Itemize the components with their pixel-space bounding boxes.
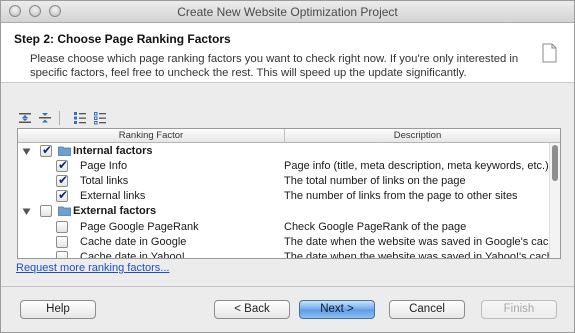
vertical-scrollbar[interactable] <box>549 143 560 258</box>
factor-label: Total links <box>80 175 129 188</box>
help-button[interactable]: Help <box>20 300 96 319</box>
factor-checkbox[interactable] <box>40 143 52 157</box>
factor-group-row[interactable]: Internal factors <box>18 143 549 159</box>
factor-group-row[interactable]: External factors <box>18 204 549 219</box>
factor-label: External factors <box>73 205 157 218</box>
scrollbar-thumb[interactable] <box>552 145 558 181</box>
factor-description: The number of links from the page to oth… <box>284 190 518 203</box>
factor-row[interactable]: External links The number of links from t… <box>18 188 549 204</box>
check-all-icon[interactable] <box>73 111 87 125</box>
back-button[interactable]: < Back <box>214 300 290 319</box>
factor-checkbox[interactable] <box>56 250 68 258</box>
factor-checkbox[interactable] <box>56 220 68 233</box>
expand-triangle-icon[interactable] <box>22 207 31 216</box>
expand-all-icon[interactable] <box>18 111 32 125</box>
factor-row[interactable]: Cache date in Yahoo! The date when the we… <box>18 250 560 259</box>
factor-checkbox[interactable] <box>56 188 68 203</box>
factor-label: Cache date in Yahoo! <box>80 250 185 259</box>
factor-label: External links <box>80 190 146 203</box>
step-title: Step 2: Choose Page Ranking Factors <box>14 32 231 46</box>
expand-triangle-icon[interactable] <box>22 147 31 156</box>
factor-row[interactable]: Page Google PageRank Check Google PageRan… <box>18 220 549 235</box>
step-description: Please choose which page ranking factors… <box>30 53 519 79</box>
factor-label: Cache date in Google <box>80 235 187 248</box>
step-header: Step 2: Choose Page Ranking Factors Plea… <box>1 23 574 83</box>
factor-row[interactable]: Page Info Page info (title, meta descript… <box>18 158 549 174</box>
finish-button: Finish <box>481 300 557 319</box>
factor-label: Page Google PageRank <box>80 220 199 233</box>
factor-row[interactable]: Cache date in Google The date when the we… <box>18 235 560 250</box>
factor-label: Internal factors <box>73 145 153 157</box>
factor-checkbox[interactable] <box>56 235 68 248</box>
cancel-button[interactable]: Cancel <box>389 300 465 319</box>
request-more-factors-link[interactable]: Request more ranking factors... <box>16 262 169 274</box>
factor-checkbox[interactable] <box>40 205 52 218</box>
factor-checkbox[interactable] <box>56 173 68 188</box>
uncheck-all-icon[interactable] <box>93 111 107 125</box>
factor-description: Check Google PageRank of the page <box>284 220 467 233</box>
window-title: Create New Website Optimization Project <box>177 5 398 19</box>
wizard-window: Create New Website Optimization Project … <box>0 0 575 333</box>
next-button[interactable]: Next > <box>299 300 375 319</box>
table-header: Ranking Factor Description <box>18 129 560 143</box>
factor-description: The date when the website was saved in G… <box>284 235 561 248</box>
title-bar: Create New Website Optimization Project <box>1 1 574 23</box>
column-header-ranking-factor[interactable]: Ranking Factor <box>18 130 284 141</box>
factor-description: The date when the website was saved in Y… <box>284 250 561 259</box>
column-header-description[interactable]: Description <box>285 130 550 141</box>
footer-divider <box>1 286 574 287</box>
collapse-all-icon[interactable] <box>38 111 52 125</box>
factor-row[interactable]: Total links The total number of links on … <box>18 173 549 189</box>
factor-checkbox[interactable] <box>56 158 68 173</box>
folder-icon <box>58 206 71 217</box>
ranking-factors-table: Ranking Factor Description Internal fact… <box>17 128 561 259</box>
factor-label: Page Info <box>80 160 128 173</box>
toolbar-separator <box>59 111 60 125</box>
factor-description: The total number of links on the page <box>284 175 466 188</box>
factor-description: Page info (title, meta description, meta… <box>284 160 549 173</box>
document-icon <box>542 43 557 63</box>
folder-icon <box>58 146 71 156</box>
